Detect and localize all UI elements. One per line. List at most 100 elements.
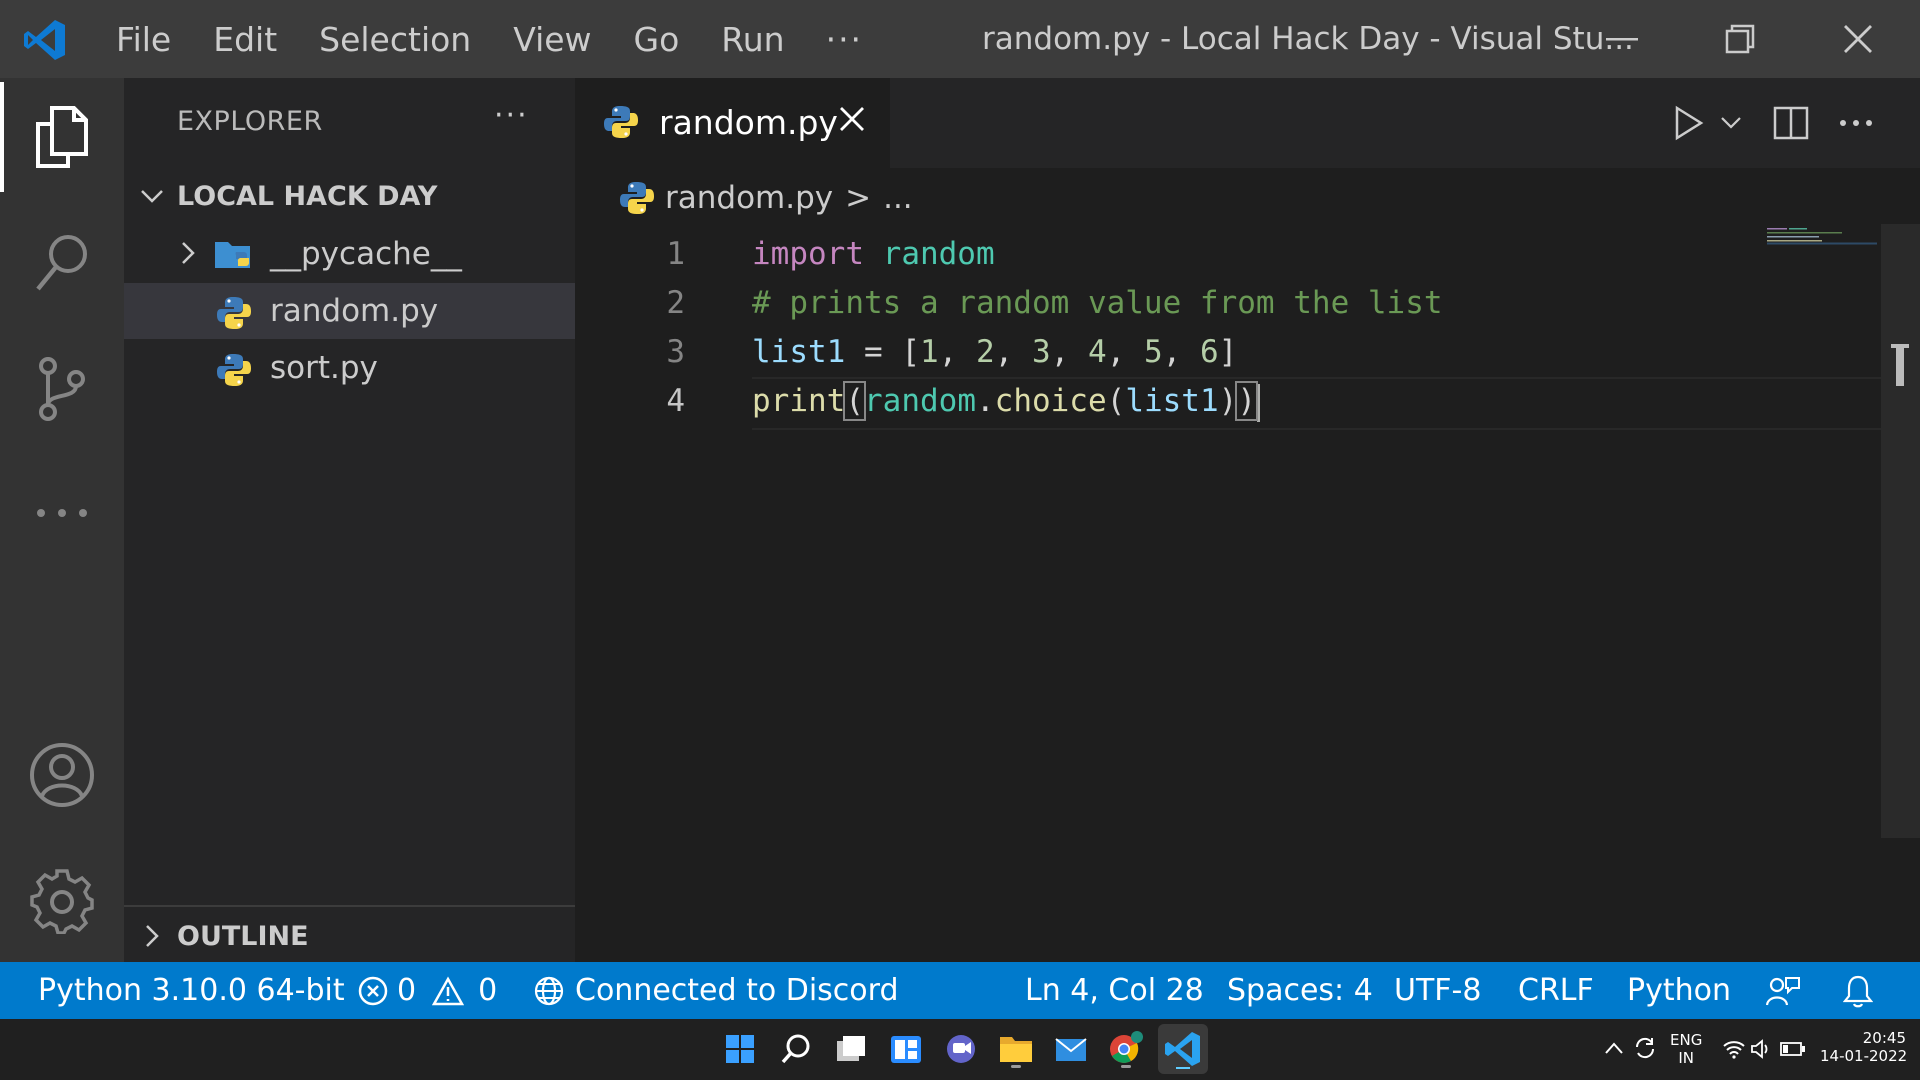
language-mode[interactable]: Python	[1627, 962, 1731, 1019]
vertical-scrollbar[interactable]	[1881, 224, 1920, 838]
status-bar: Python 3.10.0 64-bit 0 0 Connected to Di…	[0, 962, 1920, 1019]
chrome-icon[interactable]	[1106, 1029, 1146, 1069]
problems-indicator[interactable]: 0 0	[357, 962, 497, 1019]
minimap[interactable]	[1767, 226, 1887, 246]
outline-section-header[interactable]: OUTLINE	[124, 908, 575, 964]
vscode-logo-icon[interactable]	[22, 17, 68, 63]
feedback-button[interactable]	[1766, 962, 1800, 1019]
menu-view[interactable]: View	[492, 20, 612, 59]
activity-more[interactable]	[0, 458, 124, 568]
tree-item-pycache[interactable]: __pycache__	[124, 226, 575, 282]
explorer-sidebar: EXPLORER ··· LOCAL HACK DAY __pycache__ …	[124, 78, 575, 962]
files-icon	[36, 106, 88, 168]
vscode-taskbar-icon[interactable]	[1163, 1029, 1203, 1069]
clock[interactable]: 20:45 14-01-2022	[1820, 1029, 1907, 1065]
menu-edit[interactable]: Edit	[192, 20, 298, 59]
menu-bar: File Edit Selection View Go Run ···	[95, 0, 883, 78]
workspace-name: LOCAL HACK DAY	[177, 180, 438, 212]
outline-label: OUTLINE	[177, 920, 309, 952]
activity-settings[interactable]	[0, 846, 124, 956]
python-file-icon	[217, 354, 251, 386]
menu-file[interactable]: File	[95, 20, 192, 59]
battery-icon[interactable]	[1780, 1041, 1806, 1057]
line-number: 2	[666, 285, 685, 321]
cursor-position[interactable]: Ln 4, Col 28	[1025, 962, 1204, 1019]
activity-search[interactable]	[0, 208, 124, 318]
error-count: 0	[397, 973, 417, 1008]
menu-go[interactable]: Go	[613, 20, 701, 59]
tree-item-sort-py[interactable]: sort.py	[124, 340, 575, 396]
python-interpreter[interactable]: Python 3.10.0 64-bit	[38, 962, 345, 1019]
run-button[interactable]	[1673, 100, 1705, 146]
code-line-text: list1 = [1, 2, 3, 4, 5, 6]	[752, 334, 1238, 370]
window-title: random.py - Local Hack Day - Visual Stu.…	[982, 21, 1634, 57]
tab-bar: random.py	[575, 78, 1920, 168]
run-dropdown-button[interactable]	[1720, 100, 1742, 146]
teams-chat-icon[interactable]	[941, 1029, 981, 1069]
code-line[interactable]: 2 # prints a random value from the list	[575, 279, 1920, 328]
notifications-button[interactable]	[1843, 962, 1873, 1019]
code-line[interactable]: 1 import random	[575, 230, 1920, 279]
breadcrumb-file[interactable]: random.py	[665, 180, 833, 216]
wifi-icon[interactable]	[1722, 1039, 1746, 1059]
breadcrumb-separator: >	[845, 180, 872, 216]
file-explorer-icon[interactable]	[996, 1029, 1036, 1069]
tree-item-label: sort.py	[270, 350, 378, 386]
tree-item-random-py[interactable]: random.py	[124, 283, 575, 339]
restore-icon	[1725, 24, 1755, 54]
breadcrumb: random.py > ...	[619, 176, 913, 220]
widgets-icon[interactable]	[886, 1029, 926, 1069]
bell-icon	[1843, 975, 1873, 1007]
workspace-section-header[interactable]: LOCAL HACK DAY	[124, 168, 575, 224]
activity-accounts[interactable]	[0, 720, 124, 830]
code-line[interactable]: 3 list1 = [1, 2, 3, 4, 5, 6]	[575, 328, 1920, 377]
activity-explorer[interactable]	[0, 82, 124, 192]
close-window-button[interactable]	[1803, 0, 1913, 78]
code-line-text: import random	[752, 236, 995, 272]
python-file-icon	[217, 297, 251, 329]
text-cursor	[1256, 383, 1260, 422]
restore-button[interactable]	[1685, 0, 1795, 78]
close-tab-icon[interactable]	[837, 104, 867, 134]
editor-more-button[interactable]	[1839, 100, 1873, 146]
menu-selection[interactable]: Selection	[298, 20, 492, 59]
region-code: IN	[1678, 1049, 1694, 1067]
more-icon	[1840, 120, 1872, 126]
chevron-right-icon	[146, 925, 159, 947]
minimize-button[interactable]	[1567, 0, 1677, 78]
explorer-more-button[interactable]: ···	[494, 98, 529, 133]
task-view-icon[interactable]	[831, 1029, 871, 1069]
scroll-marker	[1891, 344, 1909, 386]
warning-count: 0	[478, 973, 498, 1008]
sync-icon[interactable]	[1632, 1035, 1658, 1061]
title-bar: File Edit Selection View Go Run ··· rand…	[0, 0, 1920, 78]
clock-time: 20:45	[1862, 1029, 1906, 1047]
encoding[interactable]: UTF-8	[1394, 962, 1481, 1019]
chevron-down-icon	[1721, 117, 1741, 129]
taskbar-search-icon[interactable]	[776, 1029, 816, 1069]
activity-bar	[0, 78, 124, 962]
volume-icon[interactable]	[1750, 1039, 1772, 1059]
breadcrumb-symbols[interactable]: ...	[883, 180, 913, 216]
line-number: 4	[666, 383, 685, 419]
chevron-down-icon	[141, 190, 163, 203]
tab-random-py[interactable]: random.py	[575, 78, 890, 168]
account-icon	[30, 743, 94, 807]
globe-icon	[534, 976, 564, 1005]
code-line-text: # prints a random value from the list	[752, 285, 1443, 321]
indentation[interactable]: Spaces: 4	[1227, 962, 1373, 1019]
mail-icon[interactable]	[1051, 1029, 1091, 1069]
menu-more-button[interactable]: ···	[806, 20, 883, 59]
menu-run[interactable]: Run	[700, 20, 805, 59]
activity-source-control[interactable]	[0, 334, 124, 444]
windows-start-icon[interactable]	[720, 1029, 760, 1069]
more-icon	[37, 509, 87, 517]
split-editor-button[interactable]	[1773, 100, 1809, 146]
code-line-current[interactable]: 4 print(random.choice(list1))	[575, 377, 1920, 430]
language-indicator[interactable]: ENG IN	[1670, 1031, 1702, 1067]
discord-status[interactable]: Connected to Discord	[533, 962, 899, 1019]
chevron-up-icon[interactable]	[1604, 1041, 1624, 1055]
line-ending[interactable]: CRLF	[1518, 962, 1594, 1019]
minimize-icon	[1606, 38, 1638, 41]
python-folder-icon	[215, 242, 250, 268]
